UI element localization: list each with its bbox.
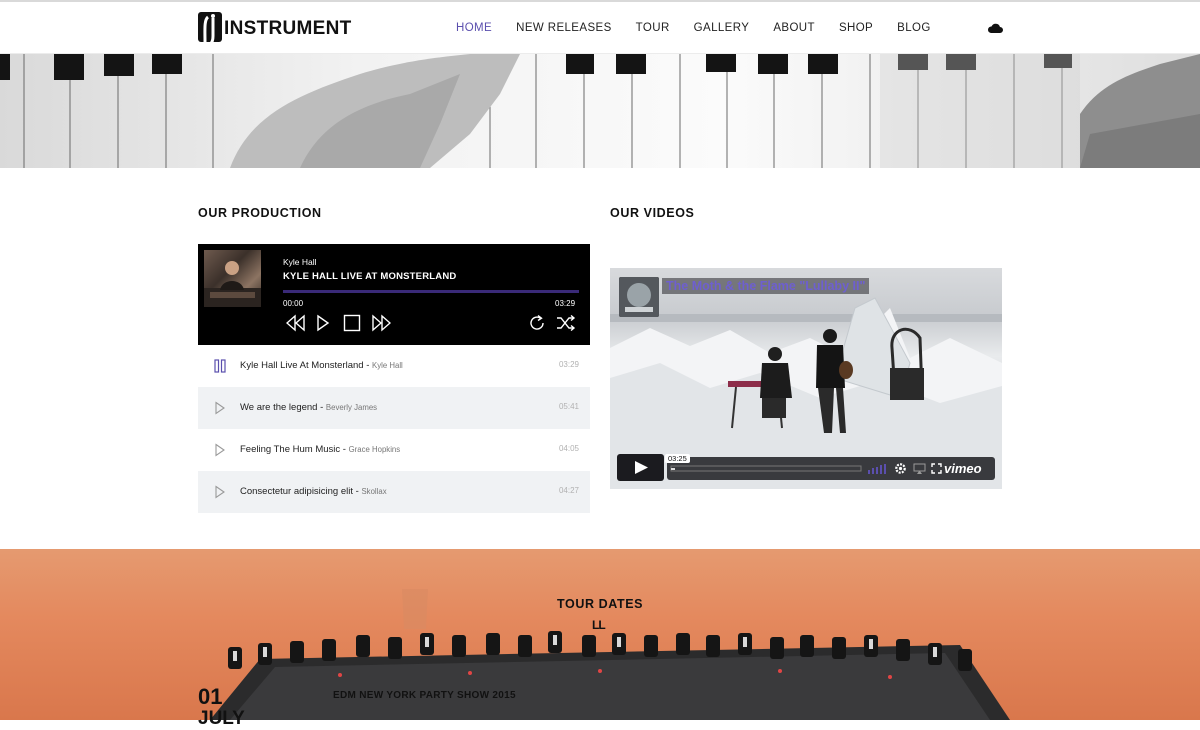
brand-logo[interactable]: INSTRUMENT xyxy=(198,10,352,48)
tour-section xyxy=(0,549,1200,720)
nav-gallery[interactable]: GALLERY xyxy=(694,22,750,34)
player-artist: Kyle Hall xyxy=(283,257,317,267)
channel-avatar[interactable] xyxy=(619,277,659,317)
playlist-item-artist: Beverly James xyxy=(325,403,378,412)
playlist-item[interactable]: We are the legend - Beverly James 05:41 xyxy=(198,387,590,429)
nav-home[interactable]: HOME xyxy=(456,22,492,34)
nav-new-releases[interactable]: NEW RELEASES xyxy=(516,22,612,34)
play-icon xyxy=(317,314,330,332)
hero-banner xyxy=(0,54,1200,168)
main-nav: HOME NEW RELEASES TOUR GALLERY ABOUT SHO… xyxy=(456,22,955,34)
playlist-item-name: Kyle Hall Live At Monsterland xyxy=(240,360,364,371)
repeat-button[interactable] xyxy=(528,314,546,332)
play-icon xyxy=(635,461,648,474)
player-total-time: 03:29 xyxy=(555,299,576,308)
playlist-item-name: We are the legend xyxy=(240,402,318,413)
video-scrubber xyxy=(670,465,862,472)
player-current-time: 00:00 xyxy=(283,299,304,308)
rewind-icon xyxy=(286,314,305,332)
playlist-item-duration: 05:41 xyxy=(558,402,579,411)
settings-icon[interactable] xyxy=(894,462,907,475)
playlist-item-duration: 03:29 xyxy=(558,360,579,369)
playlist-item-artist: Kyle Hall xyxy=(372,361,403,370)
playlist-item[interactable]: Feeling The Hum Music - Grace Hopkins 04… xyxy=(198,429,590,471)
audio-player: Kyle Hall KYLE HALL LIVE AT MONSTERLAND … xyxy=(198,244,590,345)
tour-title-ornament: LL xyxy=(592,618,606,632)
video-time-tooltip: 03:25 xyxy=(665,454,690,463)
brand-name: INSTRUMENT xyxy=(224,18,352,39)
nav-blog[interactable]: BLOG xyxy=(897,22,931,34)
vimeo-logo[interactable]: vimeo xyxy=(944,461,982,476)
keyboard-image xyxy=(0,54,1200,168)
playlist-item-duration: 04:27 xyxy=(558,486,579,495)
play-icon xyxy=(215,485,225,499)
video-play-button[interactable] xyxy=(617,454,664,481)
shuffle-button[interactable] xyxy=(556,315,576,331)
playlist: Kyle Hall Live At Monsterland - Kyle Hal… xyxy=(198,345,590,513)
nav-tour[interactable]: TOUR xyxy=(636,22,670,34)
synth-image xyxy=(210,589,1010,720)
production-title: OUR PRODUCTION xyxy=(198,206,322,220)
track-thumbnail xyxy=(204,250,261,307)
tour-date-day: 01 xyxy=(198,684,223,709)
fullscreen-icon[interactable] xyxy=(931,463,942,474)
fast-forward-button[interactable] xyxy=(371,314,391,332)
airplay-icon[interactable] xyxy=(913,463,926,474)
tour-date-month: JULY xyxy=(198,708,245,729)
playlist-item-duration: 04:05 xyxy=(558,444,579,453)
video-title[interactable]: The Moth & the Flame "Lullaby II" xyxy=(662,278,870,294)
playlist-item[interactable]: Consectetur adipisicing elit - Skollax 0… xyxy=(198,471,590,513)
play-button[interactable] xyxy=(316,314,330,332)
cloud-icon[interactable] xyxy=(987,22,1003,34)
nav-shop[interactable]: SHOP xyxy=(839,22,873,34)
playlist-item-name: Feeling The Hum Music xyxy=(240,444,341,455)
player-track-title: KYLE HALL LIVE AT MONSTERLAND xyxy=(283,271,457,282)
stop-icon xyxy=(343,314,361,332)
pause-icon xyxy=(214,359,226,373)
logo-mark-icon xyxy=(198,12,222,47)
fast-forward-icon xyxy=(372,314,391,332)
videos-title: OUR VIDEOS xyxy=(610,206,695,220)
tour-event-name[interactable]: EDM NEW YORK PARTY SHOW 2015 xyxy=(333,690,516,701)
rewind-button[interactable] xyxy=(286,314,306,332)
playlist-item-artist: Grace Hopkins xyxy=(348,445,401,454)
play-icon xyxy=(215,401,225,415)
shuffle-icon xyxy=(557,315,576,331)
nav-about[interactable]: ABOUT xyxy=(773,22,815,34)
site-header: INSTRUMENT HOME NEW RELEASES TOUR GALLER… xyxy=(0,0,1200,54)
player-progress-bar[interactable] xyxy=(283,290,579,293)
play-icon xyxy=(215,443,225,457)
playlist-item[interactable]: Kyle Hall Live At Monsterland - Kyle Hal… xyxy=(198,345,590,387)
playlist-item-artist: Skollax xyxy=(361,487,387,496)
repeat-icon xyxy=(530,314,544,330)
tour-dates-title: TOUR DATES xyxy=(557,597,644,611)
stop-button[interactable] xyxy=(343,314,361,332)
playlist-item-name: Consectetur adipisicing elit xyxy=(240,486,354,497)
